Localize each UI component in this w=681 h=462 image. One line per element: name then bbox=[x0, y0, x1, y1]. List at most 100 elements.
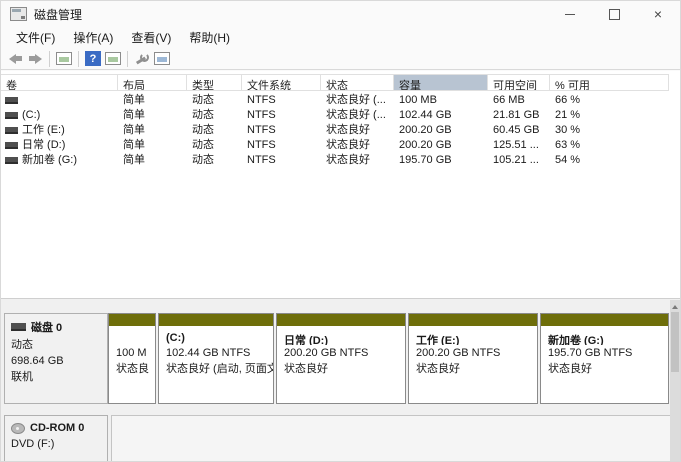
disk-status: 联机 bbox=[11, 371, 107, 383]
list-view-icon bbox=[105, 52, 121, 65]
wrench-icon bbox=[135, 52, 150, 66]
table-row[interactable]: 新加卷 (G:) 简单 动态 NTFS 状态良好 195.70 GB 105.2… bbox=[1, 153, 669, 168]
cdrom-0-info-box[interactable]: CD-ROM 0 DVD (F:) bbox=[4, 415, 108, 462]
menu-help[interactable]: 帮助(H) bbox=[180, 27, 239, 48]
partition-system-reserved[interactable]: 100 M 状态良 bbox=[108, 313, 156, 404]
scrollbar-thumb[interactable] bbox=[671, 312, 679, 372]
free-space-cell: 60.45 GB bbox=[488, 123, 550, 138]
status-cell: 状态良好 (... bbox=[321, 108, 394, 123]
partition-color-bar bbox=[541, 314, 668, 326]
disk-management-window: 磁盘管理 × 文件(F) 操作(A) 查看(V) 帮助(H) ? bbox=[0, 0, 681, 462]
partition-size: 102.44 GB NTFS bbox=[159, 345, 273, 361]
column-header-volume[interactable]: 卷 bbox=[1, 75, 118, 90]
disk-0-info-box[interactable]: 磁盘 0 动态 698.64 GB 联机 bbox=[4, 313, 108, 404]
partition-c[interactable]: (C:) 102.44 GB NTFS 状态良好 (启动, 页面文 bbox=[158, 313, 274, 404]
type-cell: 动态 bbox=[187, 153, 242, 168]
forward-button[interactable] bbox=[25, 50, 45, 68]
column-header-status[interactable]: 状态 bbox=[321, 75, 394, 90]
volume-table-body: 简单 动态 NTFS 状态良好 (... 100 MB 66 MB 66 % (… bbox=[1, 93, 669, 168]
table-row[interactable]: 简单 动态 NTFS 状态良好 (... 100 MB 66 MB 66 % bbox=[1, 93, 669, 108]
cdrom-name: CD-ROM 0 bbox=[30, 422, 84, 434]
back-button[interactable] bbox=[5, 50, 25, 68]
column-header-type[interactable]: 类型 bbox=[187, 75, 242, 90]
layout-cell: 简单 bbox=[118, 108, 187, 123]
partition-title: (C:) bbox=[159, 326, 273, 345]
pct-free-cell: 63 % bbox=[550, 138, 669, 153]
volume-name-cell bbox=[1, 93, 118, 108]
filesystem-cell: NTFS bbox=[242, 123, 321, 138]
partition-status: 状态良好 bbox=[541, 361, 668, 377]
partition-title bbox=[109, 326, 155, 345]
type-cell: 动态 bbox=[187, 138, 242, 153]
pct-free-cell: 21 % bbox=[550, 108, 669, 123]
volume-icon bbox=[5, 142, 18, 149]
toolbar: ? bbox=[1, 48, 680, 70]
table-row[interactable]: 工作 (E:) 简单 动态 NTFS 状态良好 200.20 GB 60.45 … bbox=[1, 123, 669, 138]
volume-table-header: 卷 布局 类型 文件系统 状态 容量 可用空间 % 可用 bbox=[1, 74, 669, 91]
free-space-cell: 21.81 GB bbox=[488, 108, 550, 123]
volume-icon bbox=[5, 127, 18, 134]
menu-action[interactable]: 操作(A) bbox=[64, 27, 122, 48]
volume-icon bbox=[5, 97, 18, 104]
partition-g[interactable]: 新加卷 (G:) 195.70 GB NTFS 状态良好 bbox=[540, 313, 669, 404]
filesystem-cell: NTFS bbox=[242, 93, 321, 108]
minimize-button[interactable] bbox=[548, 1, 592, 27]
maximize-icon bbox=[609, 9, 620, 20]
column-header-capacity[interactable]: 容量 bbox=[394, 75, 488, 90]
volume-icon bbox=[5, 112, 18, 119]
status-cell: 状态良好 (... bbox=[321, 93, 394, 108]
status-cell: 状态良好 bbox=[321, 123, 394, 138]
volume-name-cell: (C:) bbox=[1, 108, 118, 123]
partition-color-bar bbox=[109, 314, 155, 326]
close-button[interactable]: × bbox=[636, 1, 680, 27]
column-header-freespace[interactable]: 可用空间 bbox=[488, 75, 550, 90]
status-cell: 状态良好 bbox=[321, 138, 394, 153]
capacity-cell: 100 MB bbox=[394, 93, 488, 108]
table-row[interactable]: (C:) 简单 动态 NTFS 状态良好 (... 102.44 GB 21.8… bbox=[1, 108, 669, 123]
partition-color-bar bbox=[277, 314, 405, 326]
console-tree-button[interactable] bbox=[54, 50, 74, 68]
partition-d[interactable]: 日常 (D:) 200.20 GB NTFS 状态良好 bbox=[276, 313, 406, 404]
list-view-button[interactable] bbox=[103, 50, 123, 68]
volume-icon bbox=[5, 157, 18, 164]
help-button[interactable]: ? bbox=[83, 50, 103, 68]
new-window-icon bbox=[154, 52, 170, 65]
status-cell: 状态良好 bbox=[321, 153, 394, 168]
capacity-cell: 195.70 GB bbox=[394, 153, 488, 168]
pct-free-cell: 54 % bbox=[550, 153, 669, 168]
toolbar-separator bbox=[127, 51, 128, 67]
toolbar-separator bbox=[78, 51, 79, 67]
column-header-pctfree[interactable]: % 可用 bbox=[550, 75, 669, 90]
close-icon: × bbox=[654, 7, 662, 21]
console-tree-icon bbox=[56, 52, 72, 65]
menu-file[interactable]: 文件(F) bbox=[7, 27, 64, 48]
partition-title: 工作 (E:) bbox=[409, 326, 537, 345]
volume-name-cell: 新加卷 (G:) bbox=[1, 153, 118, 168]
layout-cell: 简单 bbox=[118, 153, 187, 168]
free-space-cell: 125.51 ... bbox=[488, 138, 550, 153]
back-icon bbox=[9, 54, 22, 64]
new-window-button[interactable] bbox=[152, 50, 172, 68]
toolbar-separator bbox=[49, 51, 50, 67]
vertical-scrollbar[interactable] bbox=[670, 300, 680, 462]
partition-size: 200.20 GB NTFS bbox=[409, 345, 537, 361]
layout-cell: 简单 bbox=[118, 123, 187, 138]
pct-free-cell: 30 % bbox=[550, 123, 669, 138]
volume-list-pane: 卷 布局 类型 文件系统 状态 容量 可用空间 % 可用 简单 动态 NTFS … bbox=[1, 71, 680, 298]
properties-button[interactable] bbox=[132, 50, 152, 68]
partition-status: 状态良好 (启动, 页面文 bbox=[159, 361, 273, 377]
table-row[interactable]: 日常 (D:) 简单 动态 NTFS 状态良好 200.20 GB 125.51… bbox=[1, 138, 669, 153]
cdrom-media-area[interactable] bbox=[111, 415, 671, 462]
maximize-button[interactable] bbox=[592, 1, 636, 27]
layout-cell: 简单 bbox=[118, 93, 187, 108]
menu-view[interactable]: 查看(V) bbox=[122, 27, 180, 48]
filesystem-cell: NTFS bbox=[242, 153, 321, 168]
column-header-filesystem[interactable]: 文件系统 bbox=[242, 75, 321, 90]
partition-e[interactable]: 工作 (E:) 200.20 GB NTFS 状态良好 bbox=[408, 313, 538, 404]
column-header-layout[interactable]: 布局 bbox=[118, 75, 187, 90]
menu-bar: 文件(F) 操作(A) 查看(V) 帮助(H) bbox=[1, 27, 680, 48]
type-cell: 动态 bbox=[187, 93, 242, 108]
help-icon: ? bbox=[85, 51, 101, 66]
free-space-cell: 66 MB bbox=[488, 93, 550, 108]
disk-icon bbox=[11, 323, 26, 331]
